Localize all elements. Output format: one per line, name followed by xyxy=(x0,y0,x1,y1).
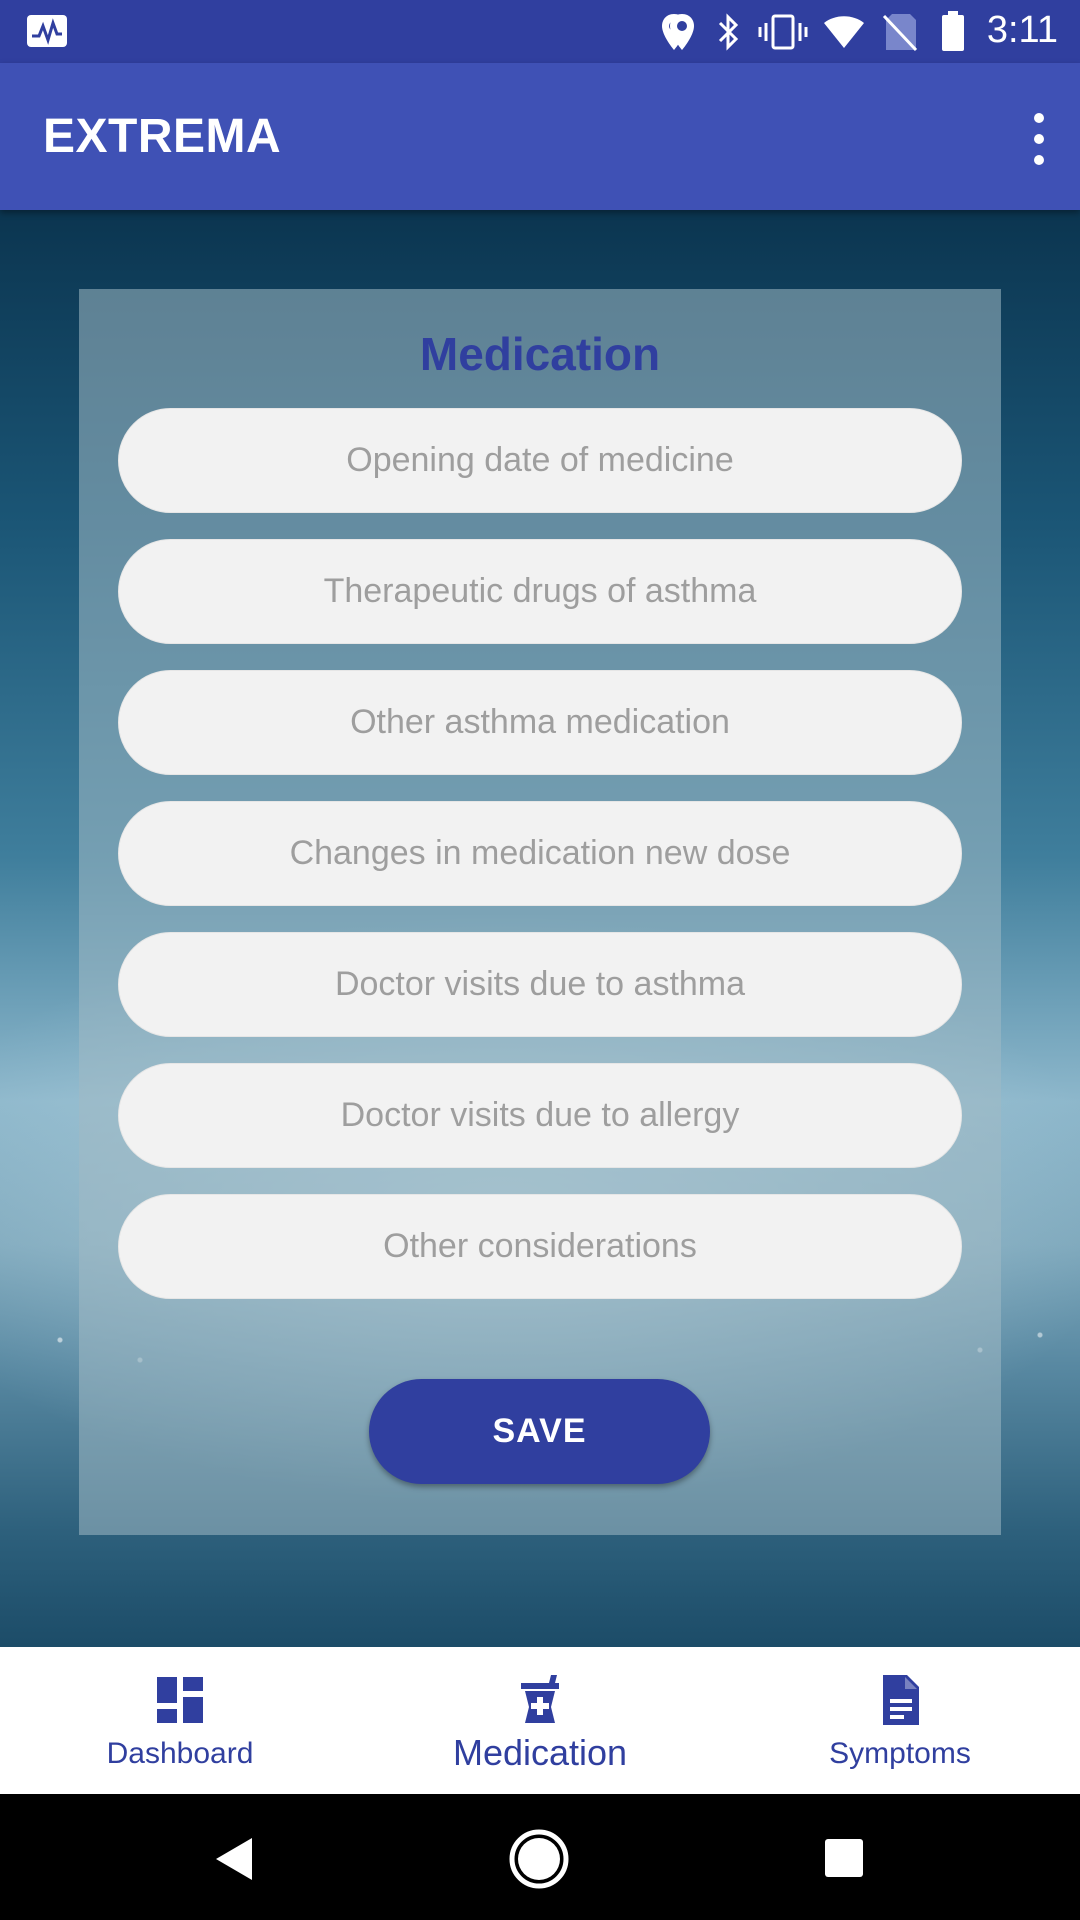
no-sim-icon xyxy=(882,14,918,52)
dashboard-icon xyxy=(157,1677,203,1723)
overflow-menu-icon[interactable] xyxy=(1024,109,1054,169)
app-title: EXTREMA xyxy=(43,110,282,163)
location-icon xyxy=(670,14,694,50)
medication-dose-change-field[interactable]: Changes in medication new dose xyxy=(118,801,962,906)
nav-item-symptoms[interactable]: Symptoms xyxy=(720,1647,1080,1794)
nav-item-medication[interactable]: Medication xyxy=(360,1647,720,1794)
nav-label-symptoms: Symptoms xyxy=(829,1737,971,1770)
other-medication-field[interactable]: Other asthma medication xyxy=(118,670,962,775)
bluetooth-icon xyxy=(718,13,739,51)
doctor-visits-asthma-field[interactable]: Doctor visits due to asthma xyxy=(118,932,962,1037)
doctor-visits-allergy-field[interactable]: Doctor visits due to allergy xyxy=(118,1063,962,1168)
save-button[interactable]: SAVE xyxy=(369,1379,710,1484)
nav-label-medication: Medication xyxy=(452,1732,628,1773)
bottom-navigation: Dashboard Medication Symptoms xyxy=(0,1647,1080,1794)
document-icon xyxy=(883,1675,919,1725)
medication-form-card: Medication Opening date of medicine Ther… xyxy=(79,289,1001,1535)
activity-icon xyxy=(27,15,67,47)
app-bar: EXTREMA xyxy=(0,63,1080,210)
other-considerations-field[interactable]: Other considerations xyxy=(118,1194,962,1299)
back-icon[interactable] xyxy=(212,1836,256,1882)
medication-icon xyxy=(521,1675,559,1723)
battery-icon xyxy=(942,11,964,51)
home-icon[interactable] xyxy=(508,1828,570,1890)
form-title: Medication xyxy=(419,328,661,380)
vibrate-icon xyxy=(758,14,808,50)
nav-label-dashboard: Dashboard xyxy=(106,1737,254,1770)
recents-icon[interactable] xyxy=(824,1838,864,1878)
content-area: Medication Opening date of medicine Ther… xyxy=(0,210,1080,1647)
system-navigation-bar xyxy=(0,1794,1080,1920)
opening-date-field[interactable]: Opening date of medicine xyxy=(118,408,962,513)
status-bar: 3:11 xyxy=(0,0,1080,63)
wifi-icon xyxy=(824,16,864,48)
therapeutic-drugs-field[interactable]: Therapeutic drugs of asthma xyxy=(118,539,962,644)
status-time: 3:11 xyxy=(986,9,1058,51)
nav-item-dashboard[interactable]: Dashboard xyxy=(0,1647,360,1794)
